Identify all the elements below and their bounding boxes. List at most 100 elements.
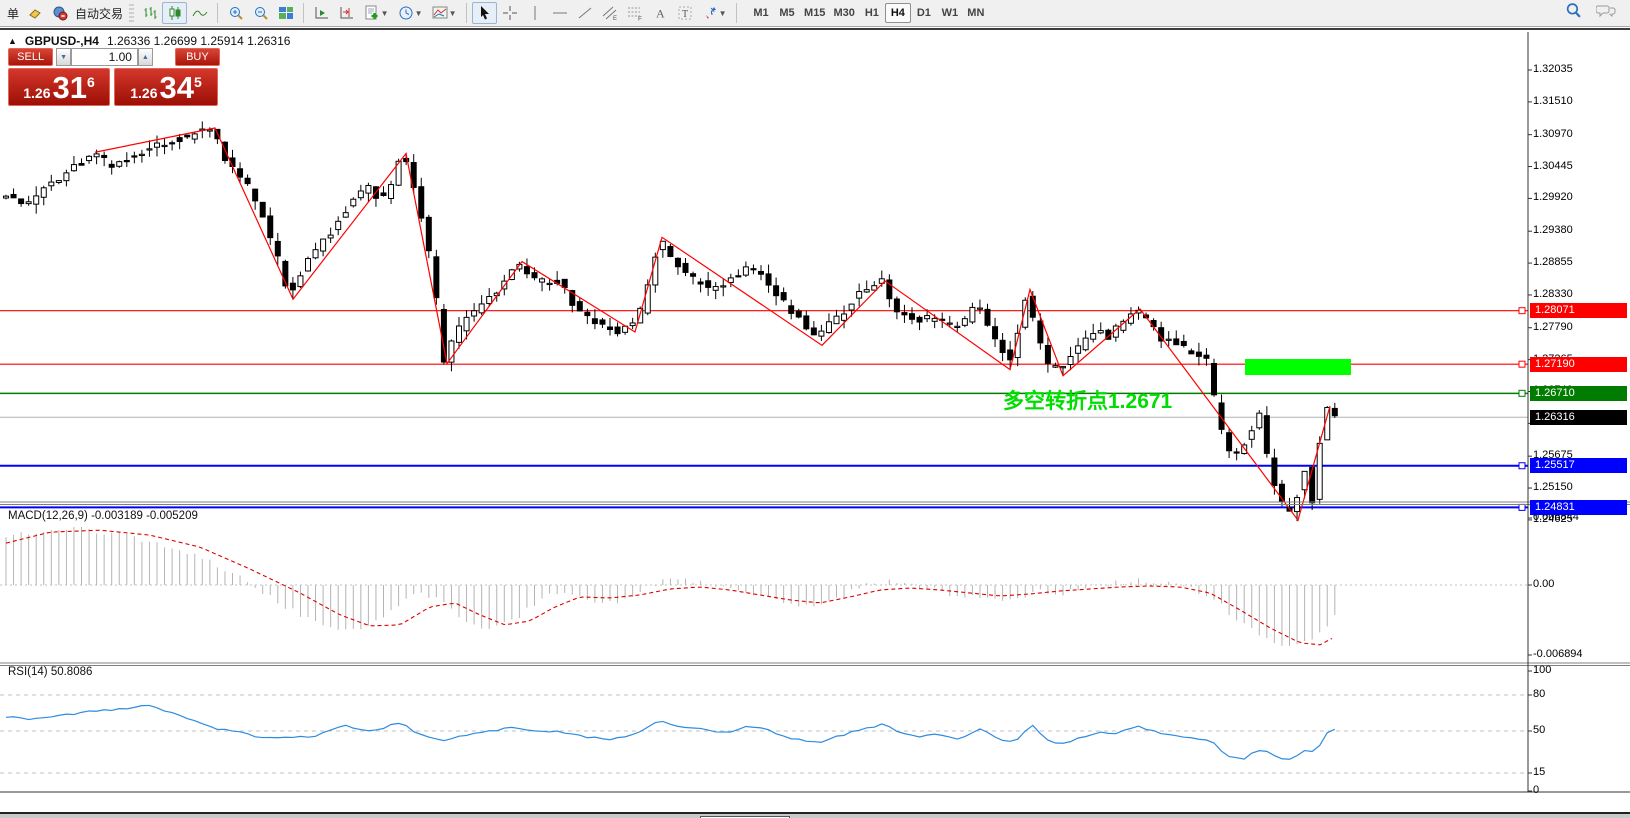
- candle-body: [162, 145, 167, 146]
- candle-body: [955, 326, 960, 327]
- candle-body: [1249, 431, 1254, 440]
- price-level-badge: 1.25517: [1530, 458, 1627, 473]
- candle-body: [34, 196, 39, 204]
- candle-body: [630, 323, 635, 326]
- candle-body: [102, 155, 107, 157]
- candle-body: [1212, 363, 1217, 394]
- sell-button[interactable]: SELL: [8, 48, 53, 66]
- candle-body: [675, 258, 680, 266]
- rsi-axis-label: 0: [1533, 784, 1539, 796]
- y-axis-tick-label: 1.28855: [1533, 256, 1573, 268]
- candle-body: [736, 276, 741, 277]
- ohlc-label: 1.26336 1.26699 1.25914 1.26316: [107, 34, 291, 48]
- candle-body: [343, 213, 348, 217]
- candle-body: [155, 143, 160, 147]
- candle-body: [864, 290, 869, 292]
- candle-body: [11, 195, 16, 198]
- candle-body: [894, 299, 899, 312]
- volume-up-button[interactable]: ▲: [138, 48, 153, 66]
- candle-body: [562, 279, 567, 287]
- level-handle[interactable]: [1519, 390, 1525, 396]
- sell-price-pips: 31: [52, 73, 86, 103]
- candle-body: [1257, 413, 1262, 428]
- y-axis-tick-label: 1.29380: [1533, 224, 1573, 236]
- collapse-arrow-icon[interactable]: ▲: [8, 36, 17, 46]
- chart-canvas[interactable]: [0, 2, 1630, 818]
- candle-body: [728, 278, 733, 283]
- candle-body: [1000, 340, 1005, 352]
- candle-body: [1061, 367, 1066, 368]
- candle-body: [1272, 458, 1277, 486]
- candle-body: [691, 274, 696, 277]
- volume-down-button[interactable]: ▼: [56, 48, 71, 66]
- candle-body: [532, 273, 537, 278]
- candle-body: [4, 196, 9, 198]
- candle-body: [925, 316, 930, 319]
- candle-body: [698, 282, 703, 284]
- candle-body: [117, 162, 122, 167]
- candle-body: [1234, 452, 1239, 453]
- chart-title: ▲ GBPUSD-,H4 1.26336 1.26699 1.25914 1.2…: [8, 34, 290, 48]
- pivot-zone-rect[interactable]: [1245, 359, 1351, 375]
- candle-body: [902, 313, 907, 315]
- candle-body: [351, 199, 356, 206]
- candle-body: [834, 316, 839, 324]
- pivot-annotation: 多空转折点1.2671: [1003, 385, 1172, 415]
- candle-body: [328, 235, 333, 238]
- level-handle[interactable]: [1519, 463, 1525, 469]
- candle-body: [993, 327, 998, 339]
- candle-body: [917, 317, 922, 322]
- candle-body: [1038, 321, 1043, 343]
- buy-price-display[interactable]: 1.26 34 5: [114, 68, 218, 106]
- candle-body: [857, 292, 862, 299]
- candle-body: [849, 304, 854, 310]
- candle-body: [64, 173, 69, 181]
- one-click-trading-panel: SELL ▼ 1.00 ▲ BUY 1.26 31 6 1.26 34 5: [8, 48, 220, 106]
- rsi-indicator-label: RSI(14) 50.8086: [8, 666, 92, 678]
- y-axis-tick-label: 1.30970: [1533, 128, 1573, 140]
- price-level-badge: 1.26710: [1530, 386, 1627, 401]
- rsi-axis-label: 100: [1533, 664, 1551, 676]
- level-handle[interactable]: [1519, 504, 1525, 510]
- volume-input[interactable]: 1.00: [71, 48, 138, 66]
- candle-body: [540, 279, 545, 282]
- y-axis-tick-label: 1.32035: [1533, 63, 1573, 75]
- candle-body: [819, 331, 824, 336]
- candle-body: [789, 306, 794, 314]
- macd-indicator-label: MACD(12,26,9) -0.003189 -0.005209: [8, 510, 198, 522]
- candle-body: [1045, 345, 1050, 363]
- candle-body: [683, 263, 688, 272]
- candle-body: [49, 182, 54, 186]
- candle-body: [56, 181, 61, 183]
- candle-body: [947, 323, 952, 324]
- candle-body: [774, 286, 779, 296]
- sell-price-display[interactable]: 1.26 31 6: [8, 68, 110, 106]
- buy-price-pips: 34: [159, 73, 193, 103]
- metatrader-window: 单 自动交易: [0, 0, 1630, 818]
- candle-body: [1068, 356, 1073, 364]
- candle-body: [389, 185, 394, 199]
- candle-body: [19, 199, 24, 204]
- candle-body: [457, 326, 462, 342]
- candle-body: [766, 274, 771, 285]
- macd-axis-label: 0.00: [1533, 578, 1554, 590]
- candle-body: [592, 319, 597, 324]
- candle-body: [608, 327, 613, 329]
- candle-body: [615, 327, 620, 334]
- price-level-badge: 1.28071: [1530, 303, 1627, 318]
- candle-body: [962, 319, 967, 326]
- candle-body: [804, 316, 809, 329]
- buy-button[interactable]: BUY: [175, 48, 220, 66]
- candle-body: [1030, 296, 1035, 317]
- candle-body: [253, 189, 258, 201]
- y-axis-tick-label: 1.31510: [1533, 95, 1573, 107]
- candle-body: [1264, 416, 1269, 454]
- level-handle[interactable]: [1519, 361, 1525, 367]
- sell-price-point: 6: [87, 74, 95, 90]
- chart-window: ▲ GBPUSD-,H4 1.26336 1.26699 1.25914 1.2…: [0, 28, 1630, 812]
- candle-body: [275, 241, 280, 255]
- zigzag-line[interactable]: [95, 128, 1330, 520]
- price-level-badge: 1.27190: [1530, 357, 1627, 372]
- symbol-label: GBPUSD-,H4: [25, 34, 99, 48]
- level-handle[interactable]: [1519, 308, 1525, 314]
